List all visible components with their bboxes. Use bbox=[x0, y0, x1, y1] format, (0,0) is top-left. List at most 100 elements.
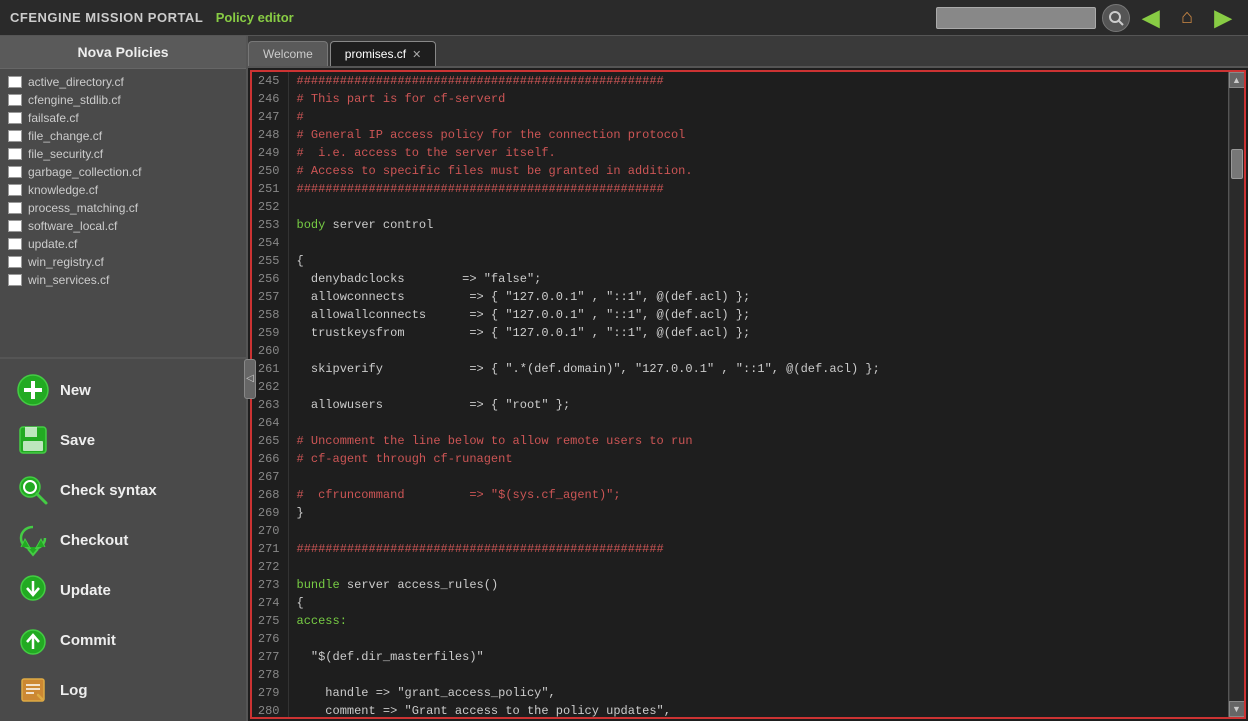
code-line-row: 260 bbox=[252, 342, 1228, 360]
tab-close-button[interactable]: ✕ bbox=[412, 48, 421, 61]
log-button[interactable]: Log bbox=[0, 665, 246, 715]
line-number: 255 bbox=[252, 252, 288, 270]
code-line-row: 265# Uncomment the line below to allow r… bbox=[252, 432, 1228, 450]
line-number: 249 bbox=[252, 144, 288, 162]
code-content bbox=[288, 558, 1228, 576]
action-panel: New Save bbox=[0, 357, 246, 721]
code-line-row: 278 bbox=[252, 666, 1228, 684]
line-number: 260 bbox=[252, 342, 288, 360]
new-button[interactable]: New bbox=[0, 365, 246, 415]
code-content: ########################################… bbox=[288, 72, 1228, 90]
save-icon bbox=[14, 421, 52, 459]
file-list-item[interactable]: failsafe.cf bbox=[0, 109, 246, 127]
line-number: 257 bbox=[252, 288, 288, 306]
file-icon bbox=[8, 94, 22, 106]
code-table: 245#####################################… bbox=[252, 72, 1228, 717]
line-number: 279 bbox=[252, 684, 288, 702]
code-line-row: 252 bbox=[252, 198, 1228, 216]
scroll-track[interactable] bbox=[1230, 88, 1244, 701]
checkout-button[interactable]: Checkout bbox=[0, 515, 246, 565]
file-icon bbox=[8, 184, 22, 196]
code-line-row: 277 "$(def.dir_masterfiles)" bbox=[252, 648, 1228, 666]
file-list-item[interactable]: active_directory.cf bbox=[0, 73, 246, 91]
code-content bbox=[288, 378, 1228, 396]
code-content: allowconnects => { "127.0.0.1" , "::1", … bbox=[288, 288, 1228, 306]
file-list-item[interactable]: update.cf bbox=[0, 235, 246, 253]
log-icon bbox=[14, 671, 52, 709]
line-number: 265 bbox=[252, 432, 288, 450]
update-button[interactable]: Update bbox=[0, 565, 246, 615]
code-content: skipverify => { ".*(def.domain)", "127.0… bbox=[288, 360, 1228, 378]
code-content: # General IP access policy for the conne… bbox=[288, 126, 1228, 144]
forward-button[interactable]: ▶ bbox=[1208, 4, 1238, 32]
search-input[interactable] bbox=[936, 7, 1096, 29]
code-line-row: 275access: bbox=[252, 612, 1228, 630]
scrollbar[interactable]: ▲ ▼ bbox=[1228, 72, 1244, 717]
update-icon bbox=[14, 571, 52, 609]
file-icon bbox=[8, 166, 22, 178]
code-content: handle => "grant_access_policy", bbox=[288, 684, 1228, 702]
code-line-row: 255{ bbox=[252, 252, 1228, 270]
collapse-handle[interactable]: ◁ bbox=[244, 359, 256, 399]
check-syntax-button[interactable]: Check syntax bbox=[0, 465, 246, 515]
file-list-item[interactable]: file_security.cf bbox=[0, 145, 246, 163]
commit-icon bbox=[14, 621, 52, 659]
right-panel: Welcome promises.cf ✕ 245###############… bbox=[248, 36, 1248, 721]
line-number: 251 bbox=[252, 180, 288, 198]
code-content: ########################################… bbox=[288, 540, 1228, 558]
scroll-down-button[interactable]: ▼ bbox=[1229, 701, 1245, 717]
checkout-icon bbox=[14, 521, 52, 559]
back-button[interactable]: ◀ bbox=[1136, 4, 1166, 32]
file-list-item[interactable]: process_matching.cf bbox=[0, 199, 246, 217]
file-list-item[interactable]: software_local.cf bbox=[0, 217, 246, 235]
search-icon bbox=[1108, 10, 1124, 26]
line-number: 252 bbox=[252, 198, 288, 216]
code-line-row: 267 bbox=[252, 468, 1228, 486]
code-content: { bbox=[288, 594, 1228, 612]
code-content bbox=[288, 342, 1228, 360]
file-icon bbox=[8, 274, 22, 286]
line-number: 276 bbox=[252, 630, 288, 648]
code-content: comment => "Grant access to the policy u… bbox=[288, 702, 1228, 717]
line-number: 269 bbox=[252, 504, 288, 522]
file-list-item[interactable]: garbage_collection.cf bbox=[0, 163, 246, 181]
code-line-row: 276 bbox=[252, 630, 1228, 648]
line-number: 259 bbox=[252, 324, 288, 342]
code-line-row: 247# bbox=[252, 108, 1228, 126]
code-line-row: 270 bbox=[252, 522, 1228, 540]
code-line-row: 263 allowusers => { "root" }; bbox=[252, 396, 1228, 414]
line-number: 248 bbox=[252, 126, 288, 144]
scroll-thumb[interactable] bbox=[1231, 149, 1243, 179]
code-line-row: 266# cf-agent through cf-runagent bbox=[252, 450, 1228, 468]
code-line-row: 245#####################################… bbox=[252, 72, 1228, 90]
home-button[interactable]: ⌂ bbox=[1172, 4, 1202, 32]
save-button[interactable]: Save bbox=[0, 415, 246, 465]
code-content: # Access to specific files must be grant… bbox=[288, 162, 1228, 180]
code-content bbox=[288, 234, 1228, 252]
code-content: ########################################… bbox=[288, 180, 1228, 198]
code-content bbox=[288, 468, 1228, 486]
line-number: 272 bbox=[252, 558, 288, 576]
file-list-item[interactable]: file_change.cf bbox=[0, 127, 246, 145]
code-editor[interactable]: 245#####################################… bbox=[252, 72, 1228, 717]
file-list-item[interactable]: win_registry.cf bbox=[0, 253, 246, 271]
code-content: # i.e. access to the server itself. bbox=[288, 144, 1228, 162]
line-number: 262 bbox=[252, 378, 288, 396]
tab-welcome[interactable]: Welcome bbox=[248, 41, 328, 66]
file-list-item[interactable]: cfengine_stdlib.cf bbox=[0, 91, 246, 109]
code-line-row: 271#####################################… bbox=[252, 540, 1228, 558]
check-syntax-icon bbox=[14, 471, 52, 509]
file-list-item[interactable]: knowledge.cf bbox=[0, 181, 246, 199]
scroll-up-button[interactable]: ▲ bbox=[1229, 72, 1245, 88]
code-content: trustkeysfrom => { "127.0.0.1" , "::1", … bbox=[288, 324, 1228, 342]
tab-promises-cf[interactable]: promises.cf ✕ bbox=[330, 41, 437, 66]
file-list-item[interactable]: win_services.cf bbox=[0, 271, 246, 289]
commit-button[interactable]: Commit bbox=[0, 615, 246, 665]
code-line-row: 262 bbox=[252, 378, 1228, 396]
file-icon bbox=[8, 130, 22, 142]
search-button[interactable] bbox=[1102, 4, 1130, 32]
code-content: access: bbox=[288, 612, 1228, 630]
code-line-row: 279 handle => "grant_access_policy", bbox=[252, 684, 1228, 702]
file-icon bbox=[8, 220, 22, 232]
line-number: 278 bbox=[252, 666, 288, 684]
